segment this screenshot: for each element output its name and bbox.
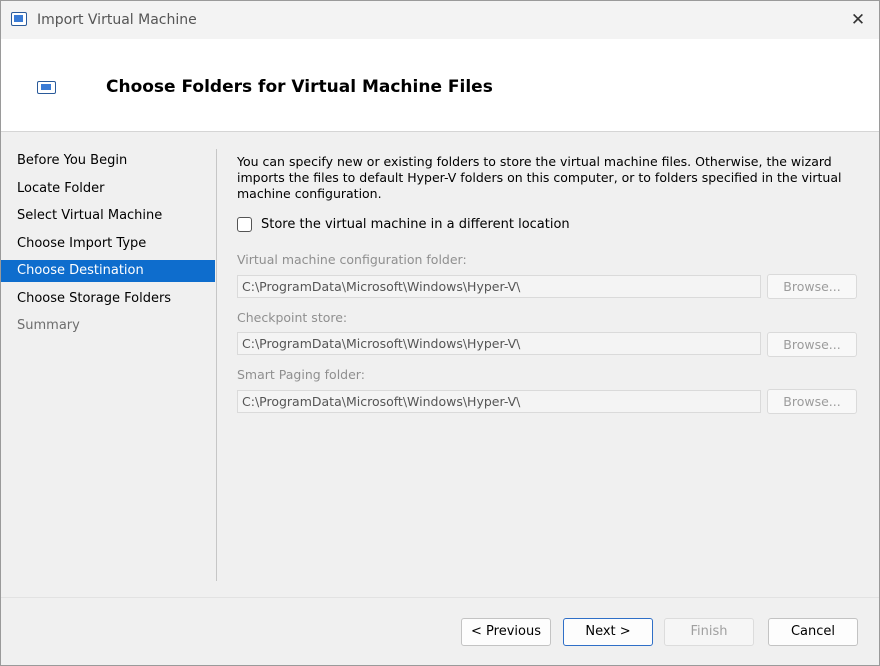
checkpoint-store-input: C:\ProgramData\Microsoft\Windows\Hyper-V… — [237, 332, 761, 355]
window-title: Import Virtual Machine — [37, 12, 197, 28]
different-location-checkbox[interactable] — [237, 217, 252, 232]
step-choose-destination[interactable]: Choose Destination — [1, 260, 215, 282]
import-vm-dialog: Import Virtual Machine ✕ Choose Folders … — [0, 0, 880, 666]
config-folder-label: Virtual machine configuration folder: — [237, 252, 467, 267]
destination-panel: You can specify new or existing folders … — [237, 154, 862, 414]
smart-paging-label: Smart Paging folder: — [237, 367, 365, 382]
close-button[interactable]: ✕ — [843, 5, 873, 35]
step-choose-import-type[interactable]: Choose Import Type — [1, 231, 215, 259]
step-select-virtual-machine[interactable]: Select Virtual Machine — [1, 203, 215, 231]
step-summary: Summary — [17, 318, 80, 333]
step-before-you-begin[interactable]: Before You Begin — [1, 148, 215, 176]
wizard-steps-nav: Before You Begin Locate Folder Select Vi… — [1, 148, 215, 341]
description-text: You can specify new or existing folders … — [237, 154, 842, 201]
page-title: Choose Folders for Virtual Machine Files — [106, 77, 493, 97]
import-vm-app-icon — [11, 12, 27, 26]
footer-divider — [1, 597, 879, 598]
different-location-label[interactable]: Store the virtual machine in a different… — [261, 217, 570, 232]
smart-paging-browse-button: Browse... — [767, 389, 857, 414]
title-bar[interactable]: Import Virtual Machine ✕ — [1, 1, 879, 39]
finish-button: Finish — [664, 618, 754, 646]
config-folder-input: C:\ProgramData\Microsoft\Windows\Hyper-V… — [237, 275, 761, 298]
import-vm-icon — [37, 81, 56, 94]
next-button[interactable]: Next > — [563, 618, 653, 646]
cancel-button[interactable]: Cancel — [768, 618, 858, 646]
checkpoint-store-browse-button: Browse... — [767, 332, 857, 357]
smart-paging-input: C:\ProgramData\Microsoft\Windows\Hyper-V… — [237, 390, 761, 413]
previous-button[interactable]: < Previous — [461, 618, 551, 646]
step-locate-folder[interactable]: Locate Folder — [1, 176, 215, 204]
checkpoint-store-label: Checkpoint store: — [237, 310, 348, 325]
step-choose-storage-folders[interactable]: Choose Storage Folders — [1, 286, 215, 314]
wizard-header: Choose Folders for Virtual Machine Files — [1, 39, 879, 132]
nav-divider — [216, 149, 217, 581]
config-folder-browse-button: Browse... — [767, 274, 857, 299]
